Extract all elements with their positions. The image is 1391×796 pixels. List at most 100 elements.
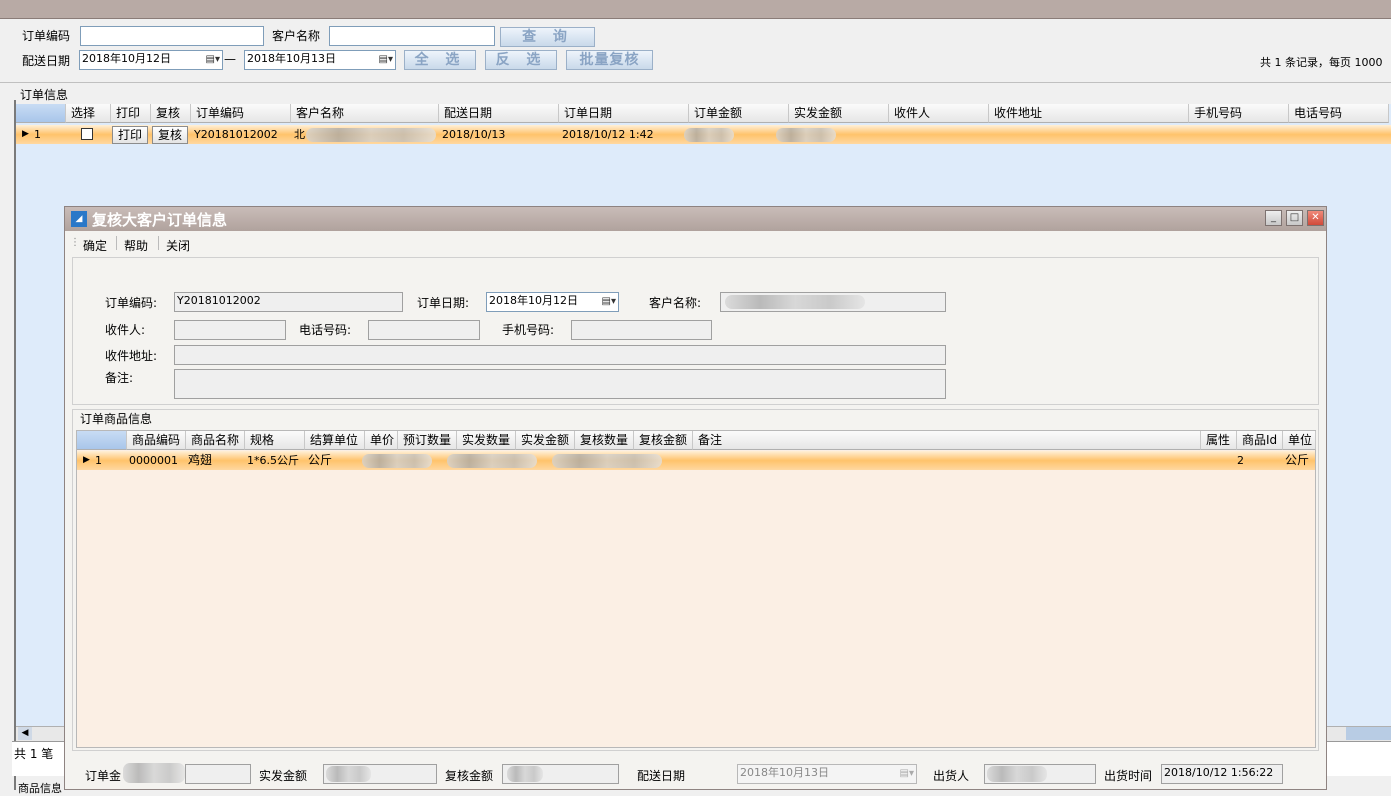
dialog-title: 复核大客户订单信息 — [92, 211, 228, 229]
row-review-button[interactable]: 复核 — [152, 126, 188, 144]
invert-selection-button[interactable]: 反 选 — [485, 50, 557, 70]
row-unit: 公斤 — [1285, 453, 1310, 467]
review-amount-label: 复核金额 — [445, 769, 494, 783]
delivery-date-label: 配送日期 — [637, 769, 686, 783]
row-pointer-icon: ▶ — [22, 129, 29, 139]
menu-confirm[interactable]: 确定 — [83, 237, 107, 254]
col-header-recipient[interactable]: 收件人 — [889, 104, 989, 123]
col-header-product-name[interactable]: 商品名称 — [186, 431, 245, 450]
address-field[interactable] — [174, 345, 946, 365]
row-print-button[interactable]: 打印 — [112, 126, 148, 144]
review-order-dialog: ◢ 复核大客户订单信息 _ □ ✕ ⋮ 确定 帮助 关闭 订单编码: Y2018… — [64, 206, 1327, 790]
col-header-product-code[interactable]: 商品编码 — [127, 431, 186, 450]
col-header-actual-amount[interactable]: 实发金额 — [789, 104, 889, 123]
col-header-order-qty[interactable]: 预订数量 — [398, 431, 457, 450]
redacted-order-amount — [684, 128, 734, 142]
col-header-order-code[interactable]: 订单编码 — [191, 104, 291, 123]
redacted-order-amount — [123, 763, 185, 783]
row-customer-name: 北 — [294, 128, 305, 141]
ship-time-label: 出货时间 — [1104, 769, 1153, 783]
col-header-settle-unit[interactable]: 结算单位 — [305, 431, 365, 450]
close-icon[interactable]: ✕ — [1307, 210, 1324, 226]
recipient-field[interactable] — [174, 320, 286, 340]
order-amount-label: 订单金 — [85, 769, 122, 783]
row-pointer-icon: ▶ — [83, 455, 90, 465]
redacted-amount — [552, 454, 662, 468]
minimize-icon[interactable]: _ — [1265, 210, 1282, 226]
row-index: 1 — [34, 128, 41, 141]
date-range-separator: — — [224, 52, 236, 66]
review-amount-field[interactable] — [502, 764, 619, 784]
customer-name-input[interactable] — [329, 26, 495, 46]
col-header-actual-qty[interactable]: 实发数量 — [457, 431, 516, 450]
row-select-checkbox[interactable] — [81, 128, 93, 140]
menu-help[interactable]: 帮助 — [124, 237, 148, 254]
delivery-date-picker[interactable]: 2018年10月13日 ▤▾ — [737, 764, 917, 784]
col-header-review[interactable]: 复核 — [151, 104, 191, 123]
calendar-dropdown-icon[interactable]: ▤▾ — [206, 52, 220, 68]
address-label: 收件地址: — [105, 349, 158, 363]
col-header-address[interactable]: 收件地址 — [989, 104, 1189, 123]
col-header-review-qty[interactable]: 复核数量 — [575, 431, 634, 450]
col-header-attribute[interactable]: 属性 — [1201, 431, 1237, 450]
ship-time-field[interactable]: 2018/10/12 1:56:22 — [1161, 764, 1283, 784]
order-code-field[interactable]: Y20181012002 — [174, 292, 403, 312]
date-to-picker[interactable]: 2018年10月13日 ▤▾ — [244, 50, 396, 70]
order-code-label: 订单编码 — [22, 29, 71, 43]
phone-field[interactable] — [368, 320, 480, 340]
product-info-label: 商品信息 — [18, 782, 62, 795]
date-from-value: 2018年10月12日 — [82, 52, 171, 65]
menu-close[interactable]: 关闭 — [166, 237, 190, 254]
delivery-date-value: 2018年10月13日 — [740, 766, 829, 779]
select-all-button[interactable]: 全 选 — [404, 50, 476, 70]
calendar-dropdown-icon[interactable]: ▤▾ — [900, 766, 914, 782]
menu-separator — [158, 236, 159, 250]
calendar-dropdown-icon[interactable]: ▤▾ — [379, 52, 393, 68]
row-delivery-date: 2018/10/13 — [442, 128, 506, 141]
date-to-value: 2018年10月13日 — [247, 52, 336, 65]
col-header-customer-name[interactable]: 客户名称 — [291, 104, 439, 123]
dialog-title-bar[interactable]: ◢ 复核大客户订单信息 _ □ ✕ — [65, 207, 1326, 231]
col-header-product-id[interactable]: 商品Id — [1237, 431, 1283, 450]
customer-name-label: 客户名称: — [649, 296, 702, 310]
query-button[interactable]: 查 询 — [500, 27, 595, 47]
window-top-bar — [0, 0, 1391, 19]
date-from-picker[interactable]: 2018年10月12日 ▤▾ — [79, 50, 223, 70]
col-header-select[interactable]: 选择 — [66, 104, 111, 123]
col-header-delivery-date[interactable]: 配送日期 — [439, 104, 559, 123]
grid-footer-count: 共 1 笔 — [14, 747, 54, 761]
redacted-customer — [725, 295, 865, 309]
col-header-phone[interactable]: 电话号码 — [1289, 104, 1389, 123]
calendar-dropdown-icon[interactable]: ▤▾ — [602, 294, 616, 310]
order-date-picker[interactable]: 2018年10月12日 ▤▾ — [486, 292, 619, 312]
col-header-order-date[interactable]: 订单日期 — [559, 104, 689, 123]
menu-separator — [116, 236, 117, 250]
col-header-remark[interactable]: 备注 — [693, 431, 1201, 450]
order-code-input[interactable] — [80, 26, 264, 46]
order-date-label: 订单日期: — [417, 296, 470, 310]
col-header-unit[interactable]: 单位 — [1283, 431, 1316, 450]
scroll-thumb[interactable] — [1346, 727, 1391, 740]
mobile-field[interactable] — [571, 320, 712, 340]
order-info-section-label: 订单信息 — [20, 88, 69, 102]
scroll-left-icon[interactable]: ◀ — [18, 727, 32, 740]
order-amount-field[interactable] — [185, 764, 251, 784]
batch-review-button[interactable]: 批量复核 — [566, 50, 653, 70]
mobile-label: 手机号码: — [502, 323, 555, 337]
col-header-unit-price[interactable]: 单价 — [365, 431, 398, 450]
col-header-order-amount[interactable]: 订单金额 — [689, 104, 789, 123]
table-row[interactable]: ▶ 1 0000001 鸡翅 1*6.5公斤 公斤 2 公斤 — [77, 451, 1315, 470]
col-header-print[interactable]: 打印 — [111, 104, 151, 123]
remark-field[interactable] — [174, 369, 946, 399]
customer-name-field[interactable] — [720, 292, 946, 312]
maximize-icon[interactable]: □ — [1286, 210, 1303, 226]
col-header-review-amount[interactable]: 复核金额 — [634, 431, 693, 450]
recipient-label: 收件人: — [105, 323, 146, 337]
col-header-spec[interactable]: 规格 — [245, 431, 305, 450]
col-header-mobile[interactable]: 手机号码 — [1189, 104, 1289, 123]
row-spec: 1*6.5公斤 — [247, 454, 299, 467]
shipper-field[interactable] — [984, 764, 1096, 784]
col-header-actual-amount[interactable]: 实发金额 — [516, 431, 575, 450]
table-row[interactable]: ▶ 1 打印 复核 Y20181012002 北 2018/10/13 2018… — [16, 125, 1391, 144]
actual-amount-field[interactable] — [323, 764, 437, 784]
